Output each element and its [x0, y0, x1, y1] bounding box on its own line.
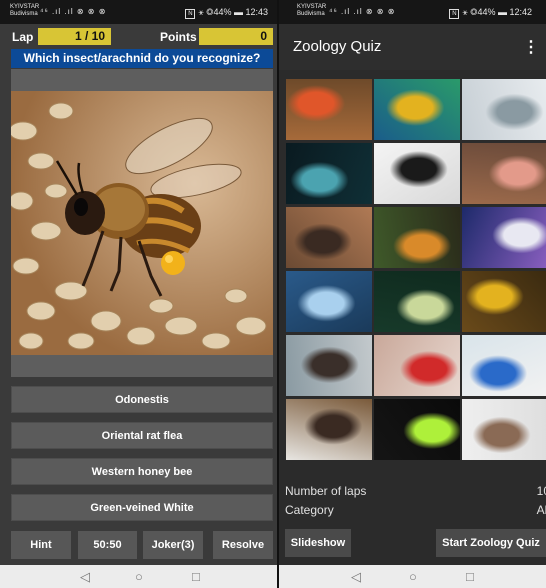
carrier-sub: Budivisma — [297, 11, 325, 17]
home-screen: KYIVSTAR Budivisma ⁴⁶ .ıl .ıl ⊗ ⊗ ⊗ N ⚹ ◎… — [279, 0, 546, 588]
thumbnail-coral-reef[interactable] — [374, 79, 460, 140]
signal-icons: ⁴⁶ .ıl .ıl ⊗ ⊗ ⊗ — [40, 7, 107, 16]
bee-photo-illustration — [11, 91, 273, 355]
answer-option-2[interactable]: Oriental rat flea — [11, 422, 273, 449]
lap-value: 1 / 10 — [38, 28, 111, 45]
number-of-laps-label: Number of laps — [285, 484, 367, 498]
thumbnail-tiger[interactable] — [374, 207, 460, 268]
thumbnail-shrimp[interactable] — [374, 271, 460, 332]
thumbnail-axolotl[interactable] — [462, 399, 546, 460]
thumbnail-octopus[interactable] — [462, 79, 546, 140]
thumbnail-green-slug[interactable] — [374, 399, 460, 460]
carrier-name: KYIVSTAR — [297, 4, 327, 10]
home-icon[interactable]: ○ — [135, 569, 143, 584]
answer-option-4[interactable]: Green-veined White — [11, 494, 273, 521]
category-label: Category — [285, 503, 334, 517]
start-quiz-button[interactable]: Start Zoology Quiz — [436, 529, 546, 557]
nfc-icon: N — [449, 9, 460, 19]
status-right: N ⚹ ◎44% ▬ 12:42 — [449, 7, 532, 19]
answer-option-1[interactable]: Odonestis — [11, 386, 273, 413]
joker-button[interactable]: Joker(3) — [143, 531, 203, 559]
status-right: N ⚹ ◎44% ▬ 12:43 — [185, 7, 268, 19]
carrier-name: KYIVSTAR — [10, 4, 40, 10]
carrier-label: KYIVSTAR Budivisma — [10, 4, 39, 18]
app-bar: Zoology Quiz ⋮ — [279, 24, 546, 70]
hint-button[interactable]: Hint — [11, 531, 71, 559]
answer-option-3[interactable]: Western honey bee — [11, 458, 273, 485]
more-menu-icon[interactable]: ⋮ — [523, 37, 539, 57]
number-of-laps-value[interactable]: 10 — [537, 484, 546, 498]
thumbnail-starfish[interactable] — [286, 79, 372, 140]
quiz-photo — [11, 91, 273, 355]
thumbnail-worm[interactable] — [462, 143, 546, 204]
slideshow-button[interactable]: Slideshow — [285, 529, 351, 557]
recent-apps-icon[interactable]: □ — [192, 569, 200, 584]
signal-icons: ⁴⁶ .ıl .ıl ⊗ ⊗ ⊗ — [329, 7, 396, 16]
battery-clock: ⚹ ◎44% ▬ 12:43 — [198, 7, 268, 17]
thumbnail-jellyfish[interactable] — [286, 143, 372, 204]
back-icon[interactable]: ◁ — [80, 569, 90, 585]
nav-bar: ◁ ○ □ — [279, 565, 546, 588]
status-bar: KYIVSTAR Budivisma ⁴⁶ .ıl .ıl ⊗ ⊗ ⊗ N ⚹ ◎… — [0, 0, 278, 24]
thumbnail-red-worm[interactable] — [374, 335, 460, 396]
image-top-bar — [11, 69, 273, 91]
score-bar: Lap 1 / 10 Points 0 — [0, 27, 278, 47]
home-icon[interactable]: ○ — [409, 569, 417, 584]
points-label: Points — [160, 30, 197, 44]
resolve-button[interactable]: Resolve — [213, 531, 273, 559]
quiz-screen: KYIVSTAR Budivisma ⁴⁶ .ıl .ıl ⊗ ⊗ ⊗ N ⚹ ◎… — [0, 0, 278, 588]
nfc-icon: N — [185, 9, 196, 19]
thumbnail-crab[interactable] — [286, 335, 372, 396]
nav-bar: ◁ ○ □ — [0, 565, 278, 588]
thumbnail-jumping-spider[interactable] — [286, 399, 372, 460]
lap-label: Lap — [12, 30, 34, 44]
thumbnail-shell[interactable] — [286, 207, 372, 268]
thumbnail-nudibranch[interactable] — [462, 207, 546, 268]
category-value[interactable]: All — [537, 503, 546, 517]
carrier-label: KYIVSTAR Budivisma — [297, 4, 326, 18]
status-bar: KYIVSTAR Budivisma ⁴⁶ .ıl .ıl ⊗ ⊗ ⊗ N ⚹ ◎… — [279, 0, 546, 24]
image-bottom-bar — [11, 355, 273, 377]
thumbnail-spotted-bug[interactable] — [374, 143, 460, 204]
back-icon[interactable]: ◁ — [351, 569, 361, 585]
category-image-grid — [286, 79, 546, 464]
thumbnail-blue-jay[interactable] — [462, 335, 546, 396]
recent-apps-icon[interactable]: □ — [466, 569, 474, 584]
question-text: Which insect/arachnid do you recognize? — [11, 49, 273, 68]
carrier-sub: Budivisma — [10, 11, 38, 17]
battery-clock: ⚹ ◎44% ▬ 12:42 — [462, 7, 532, 17]
thumbnail-isopod[interactable] — [286, 271, 372, 332]
fifty-fifty-button[interactable]: 50:50 — [78, 531, 137, 559]
thumbnail-fish[interactable] — [462, 271, 546, 332]
points-value: 0 — [199, 28, 273, 45]
app-title: Zoology Quiz — [293, 38, 382, 55]
